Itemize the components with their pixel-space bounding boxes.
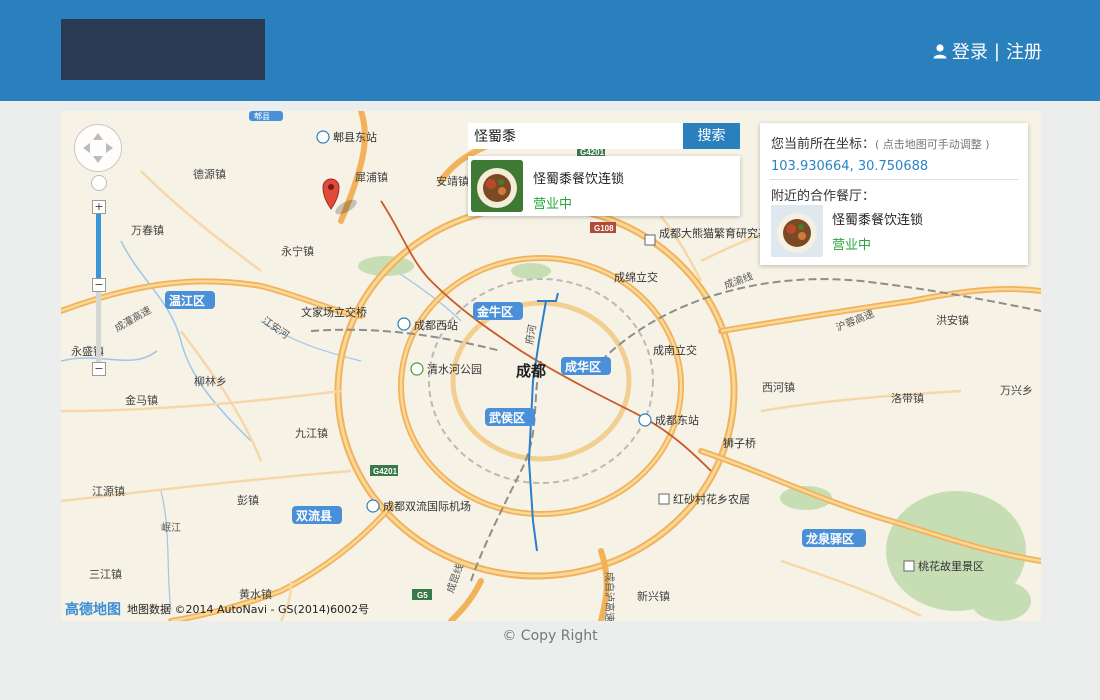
login-link[interactable]: 登录 [952, 38, 988, 64]
road-label: 成昆线 [443, 562, 465, 595]
town-label: 万春镇 [131, 223, 164, 237]
footer-copyright: © Copy Right [502, 628, 598, 644]
user-icon [933, 44, 947, 59]
landmark-label: 桃花故里景区 [918, 559, 984, 573]
restaurant-thumbnail [471, 160, 523, 212]
map-attribution: 高德地图 地图数据 ©2014 AutoNavi - GS(2014)6002号 [65, 601, 370, 618]
town-label: 柳林乡 [194, 374, 227, 388]
nearby-heading: 附近的合作餐厅： [771, 189, 876, 204]
town-label: 金马镇 [125, 393, 158, 407]
road-label: 岷江 [161, 522, 181, 534]
town-label: 万兴乡 [1000, 384, 1033, 397]
zoom-fill [96, 212, 101, 286]
search-result-item[interactable]: 怪蜀黍餐饮连锁 营业中 [468, 156, 740, 216]
coordinate-hint: ( 点击地图可手动调整 ) [875, 138, 990, 151]
north-tag: 郫县 [254, 111, 270, 121]
auth-separator: | [993, 40, 1000, 62]
district-label: 武侯区 [489, 410, 525, 425]
town-label: 永宁镇 [281, 244, 314, 258]
coordinate-heading: 您当前所在坐标：( 点击地图可手动调整 ) [771, 133, 990, 152]
road-label: 成自泸高速 [603, 572, 616, 621]
nearby-restaurant-item[interactable]: 怪蜀黍餐饮连锁 营业中 [771, 205, 1021, 257]
landmark-label: 郫县东站 [333, 130, 377, 144]
zoom-slider[interactable]: + − − [92, 200, 106, 376]
landmark-label: 文家场立交桥 [301, 305, 367, 319]
landmark-label: 成都双流国际机场 [383, 499, 471, 513]
search-bar: 搜索 [468, 123, 740, 149]
landmark-label: 成都东站 [655, 413, 699, 427]
nearby-restaurant-name: 怪蜀黍餐饮连锁 [832, 213, 924, 228]
landmark-label: 红砂村花乡农居 [673, 492, 750, 506]
auth-links: 登录 | 注册 [932, 38, 1042, 64]
district-label: 龙泉驿区 [806, 531, 854, 546]
site-logo[interactable] [61, 19, 265, 80]
road-label: 江安河 [260, 314, 292, 342]
district-label: 金牛区 [476, 304, 513, 319]
highway-shield: G108 [594, 224, 614, 233]
highway-shield: G4201 [373, 467, 398, 476]
zoom-out-button[interactable]: − [92, 362, 106, 376]
pan-control[interactable] [74, 124, 122, 172]
result-name: 怪蜀黍餐饮连锁 [533, 172, 625, 187]
location-info-panel: 您当前所在坐标：( 点击地图可手动调整 ) 103.930664, 30.750… [760, 123, 1028, 265]
town-label: 德源镇 [193, 167, 226, 181]
coordinate-title: 您当前所在坐标： [771, 137, 876, 152]
search-button[interactable]: 搜索 [683, 123, 740, 149]
result-status: 营业中 [533, 197, 573, 212]
amap-logo: 高德地图 [65, 602, 121, 618]
locate-handle[interactable] [91, 175, 107, 191]
town-label: 三江镇 [89, 567, 122, 581]
header-bar: 登录 | 注册 [0, 0, 1100, 101]
road-label: 府河 [522, 324, 538, 346]
zoom-level-handle[interactable]: − [92, 278, 106, 292]
register-link[interactable]: 注册 [1006, 38, 1042, 64]
town-label: 犀浦镇 [355, 170, 388, 184]
district-label: 成华区 [565, 359, 601, 374]
town-label: 江源镇 [92, 484, 125, 498]
town-label: 黄水镇 [239, 587, 272, 601]
coordinates-value: 103.930664, 30.750688 [771, 159, 929, 174]
town-label: 洛带镇 [891, 391, 924, 405]
town-label: 彭镇 [237, 493, 259, 507]
highway-shield: G5 [417, 591, 428, 600]
zoom-in-button[interactable]: + [92, 200, 106, 214]
search-input[interactable] [468, 123, 680, 149]
town-label: 新兴镇 [637, 589, 670, 603]
road-label: 成灌高速 [112, 303, 153, 334]
map-view[interactable]: G4201 G108 G4201 G5 郫县 温江区 金牛区 成华区 武侯区 双… [61, 111, 1041, 621]
landmark-label: 狮子桥 [723, 437, 756, 450]
nearby-restaurant-status: 营业中 [832, 238, 872, 253]
district-label: 温江区 [169, 293, 205, 308]
pan-arrows-icon [83, 133, 113, 163]
landmark-label: 成都西站 [414, 318, 458, 332]
district-label: 双流县 [296, 508, 332, 523]
town-label: 九江镇 [295, 426, 328, 440]
landmark-label: 成南立交 [653, 343, 697, 357]
town-label: 安靖镇 [436, 174, 469, 188]
landmark-label: 成绵立交 [614, 270, 658, 284]
attribution-text: 地图数据 ©2014 AutoNavi - GS(2014)6002号 [127, 603, 370, 616]
restaurant-thumbnail [771, 205, 823, 257]
town-label: 洪安镇 [936, 313, 969, 327]
city-label: 成都 [516, 362, 546, 380]
landmark-label: 清水河公园 [427, 363, 482, 376]
town-label: 西河镇 [762, 380, 795, 394]
divider [770, 179, 1018, 180]
